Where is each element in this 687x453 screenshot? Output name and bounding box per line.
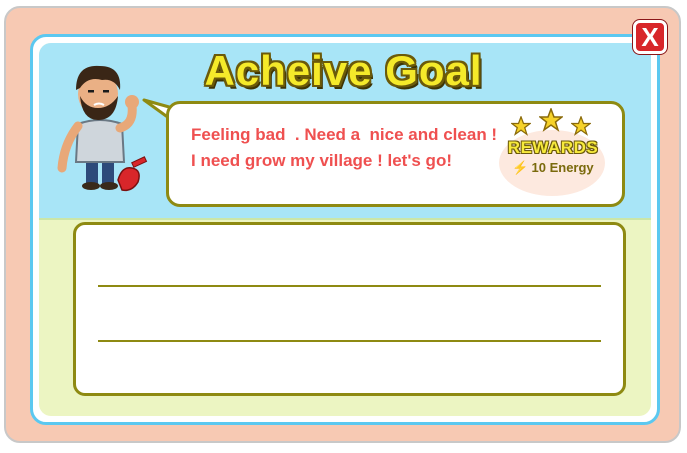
goal-details-panel [73, 222, 626, 396]
divider-line [98, 285, 601, 287]
close-button[interactable]: X [633, 20, 667, 54]
star-icon [571, 116, 591, 136]
star-icon [539, 108, 563, 132]
rewards-badge: REWARDS ⚡ 10 Energy [494, 108, 612, 200]
rewards-energy: ⚡ 10 Energy [494, 160, 612, 176]
goal-message: Feeling bad . Need a nice and clean ! I … [191, 122, 497, 174]
rewards-energy-value: 10 Energy [531, 160, 594, 175]
close-icon: X [641, 22, 659, 52]
goal-message-line-2: I need grow my village ! let's go! [191, 151, 452, 170]
star-icon [511, 116, 531, 136]
lightning-icon: ⚡ [512, 160, 529, 175]
goal-message-line-1: Feeling bad . Need a nice and clean ! [191, 125, 498, 144]
divider-line [98, 340, 601, 342]
rewards-label: REWARDS [507, 138, 599, 157]
